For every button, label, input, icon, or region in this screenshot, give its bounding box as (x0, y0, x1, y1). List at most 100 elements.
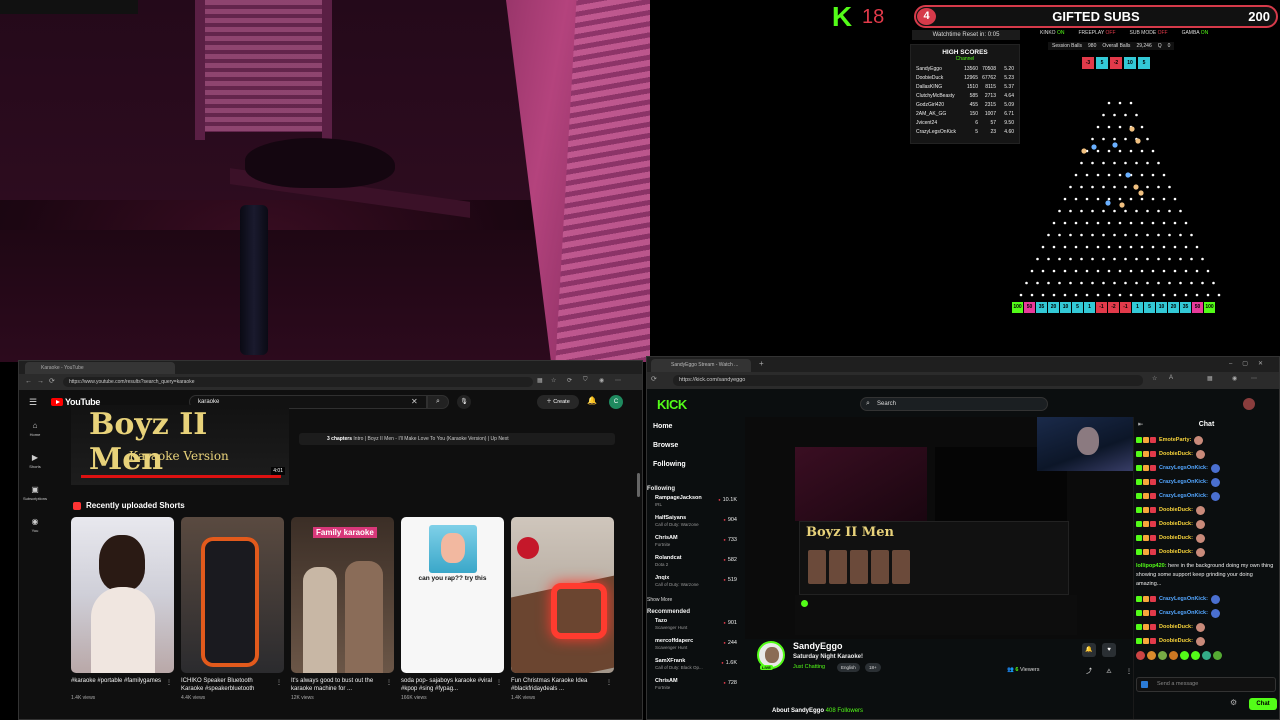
more-options-icon[interactable]: ⋮ (386, 679, 392, 686)
channel-item[interactable]: SamXFrankCall of Duty: Black Op...1.6K (647, 658, 739, 678)
channel-item[interactable]: RampageJacksonIRL10.1K (647, 495, 739, 515)
profile-icon[interactable]: ◉ (599, 377, 604, 384)
sidebar-item-browse[interactable]: Browse (647, 442, 739, 461)
bookmark-star-icon[interactable]: ☆ (1152, 375, 1157, 382)
short-thumbnail[interactable]: can you rap?? try this (401, 517, 504, 673)
short-title[interactable]: soda pop- sajaboys karaoke #viral #kpop … (401, 677, 504, 693)
more-options-icon[interactable]: ⋮ (276, 679, 282, 686)
chat-badge-icon (1143, 451, 1149, 457)
short-thumbnail[interactable] (71, 517, 174, 673)
mic-icon[interactable]: 🎙 (457, 395, 471, 409)
short-title[interactable]: ICHIKO Speaker Bluetooth Karaoke #speake… (181, 677, 284, 693)
bookmark-star-icon[interactable]: ☆ (551, 377, 556, 384)
address-bar[interactable]: https://www.youtube.com/results?search_q… (63, 377, 533, 387)
extensions-icon[interactable]: ▦ (1207, 375, 1213, 382)
kick-logo[interactable]: KICK (657, 397, 687, 412)
channel-item[interactable]: HalfSaiyansCall of Duty: Warzone904 (647, 515, 739, 535)
scrollbar[interactable] (637, 473, 640, 497)
gear-icon[interactable]: ⚙ (1230, 698, 1237, 707)
more-options-icon[interactable]: ⋮ (496, 679, 502, 686)
sidebar-item-following[interactable]: Following (647, 461, 739, 480)
menu-dots-icon[interactable]: ⋯ (615, 377, 621, 384)
chat-username[interactable]: CrazyLegsOnKick: (1159, 461, 1208, 475)
chat-username[interactable]: EmoteParty: (1159, 433, 1191, 447)
channel-item[interactable]: TazoScavenger Hunt901 (647, 618, 739, 638)
short-card[interactable]: can you rap?? try this soda pop- sajaboys… (401, 517, 504, 701)
chat-username[interactable]: DoobieDuck: (1159, 503, 1193, 517)
menu-dots-icon[interactable]: ⋯ (1251, 375, 1257, 382)
chat-username[interactable]: DoobieDuck: (1159, 447, 1193, 461)
avatar[interactable]: C (609, 395, 623, 409)
chat-username[interactable]: DoobieDuck: (1159, 545, 1193, 559)
reload-icon[interactable]: ⟳ (651, 375, 657, 383)
bell-icon[interactable]: 🔔 (587, 396, 597, 405)
more-options-icon[interactable]: ⋮ (166, 679, 172, 686)
translate-icon[interactable]: A (1169, 375, 1173, 381)
chat-username[interactable]: DoobieDuck: (1159, 517, 1193, 531)
rail-item-subscriptions[interactable]: ▣ Subscriptions (19, 485, 51, 517)
sidebar-item-home[interactable]: Home (647, 423, 739, 442)
address-bar[interactable]: https://kick.com/sandyeggo (673, 375, 1143, 386)
chat-username[interactable]: DoobieDuck: (1159, 531, 1193, 545)
browser-tab[interactable]: Karaoke - YouTube (25, 362, 175, 374)
new-tab-icon[interactable]: + (759, 359, 764, 368)
hamburger-icon[interactable]: ☰ (29, 397, 37, 408)
short-card[interactable]: Family karaoke It's always good to bust o… (291, 517, 394, 701)
window-controls[interactable]: –▢✕ (1229, 360, 1273, 367)
short-thumbnail[interactable]: Family karaoke (291, 517, 394, 673)
chat-username[interactable]: DoobieDuck: (1159, 620, 1193, 634)
tag-language[interactable]: English (837, 663, 860, 672)
short-title[interactable]: #karaoke #portable #familygames (71, 677, 174, 693)
show-more-button[interactable]: Show More (647, 597, 739, 603)
stream-category[interactable]: Just Chatting (793, 664, 825, 670)
rail-item-home[interactable]: ⌂ Home (19, 421, 51, 453)
short-thumbnail[interactable] (511, 517, 614, 673)
more-options-icon[interactable]: ⋮ (606, 679, 612, 686)
channel-item[interactable]: ChrisAMFortnite728 (647, 678, 739, 698)
clear-search-icon[interactable]: ✕ (411, 397, 418, 406)
chat-username[interactable]: CrazyLegsOnKick: (1159, 592, 1208, 606)
short-card[interactable]: ICHIKO Speaker Bluetooth Karaoke #speake… (181, 517, 284, 701)
video-player[interactable]: Boyz II Men (745, 417, 1137, 639)
channel-item[interactable]: ChrisAMFortnite733 (647, 535, 739, 555)
extensions-icon[interactable]: ▦ (537, 377, 543, 384)
browser-tab[interactable]: SandyEggo Stream - Watch ... (651, 359, 751, 372)
tag-mature[interactable]: 18+ (865, 663, 881, 672)
plinko-peg (1063, 293, 1067, 297)
chat-send-button[interactable]: Chat (1249, 698, 1277, 710)
nav-buttons[interactable]: ←→⟳ (25, 377, 60, 385)
heart-icon[interactable]: ♥ (1102, 643, 1116, 657)
chat-badge-icon (1143, 535, 1149, 541)
chapters-bar[interactable]: 3 chapters Intro | Boyz II Men - I'll Ma… (299, 433, 615, 445)
channel-item[interactable]: mercoffdapercScavenger Hunt244 (647, 638, 739, 658)
avatar[interactable] (1243, 398, 1255, 410)
video-thumbnail[interactable]: Boyz II Men Karaoke Version 4:01 (71, 405, 289, 485)
create-button[interactable]: ＋ Create (537, 395, 579, 409)
short-thumbnail[interactable] (181, 517, 284, 673)
rail-item-you[interactable]: ◉ You (19, 517, 51, 549)
refresh-icon[interactable]: ⟳ (567, 377, 572, 384)
chat-username[interactable]: CrazyLegsOnKick: (1159, 475, 1208, 489)
chat-username[interactable]: DoobieDuck: (1159, 634, 1193, 648)
streamer-name[interactable]: SandyEggo (793, 641, 843, 651)
share-icon[interactable]: ⤴ (1082, 665, 1096, 679)
profile-icon[interactable]: ◉ (1232, 375, 1237, 382)
rail-item-shorts[interactable]: ▶ Shorts (19, 453, 51, 485)
shield-icon[interactable]: ⛉ (583, 377, 588, 384)
bell-icon[interactable]: 🔔 (1082, 643, 1096, 657)
short-title[interactable]: Fun Christmas Karaoke Idea #blackfridayd… (511, 677, 614, 693)
chat-username[interactable]: CrazyLegsOnKick: (1159, 489, 1208, 503)
collapse-chat-icon[interactable]: ⇤ (1138, 417, 1143, 433)
search-button[interactable]: ⌕ (427, 395, 449, 409)
short-title[interactable]: It's always good to bust out the karaoke… (291, 677, 394, 693)
channel-item[interactable]: JnqixCall of Duty: Warzone519 (647, 575, 739, 595)
chat-input[interactable]: Send a message (1136, 677, 1276, 692)
short-card[interactable]: Fun Christmas Karaoke Idea #blackfridayd… (511, 517, 614, 701)
plinko-peg (1063, 245, 1067, 249)
search-input[interactable]: Search (860, 397, 1048, 411)
report-icon[interactable]: ⚠ (1102, 665, 1116, 679)
chat-username[interactable]: lollipop420: (1136, 563, 1167, 569)
short-card[interactable]: #karaoke #portable #familygames 1.4K view… (71, 517, 174, 701)
chat-username[interactable]: CrazyLegsOnKick: (1159, 606, 1208, 620)
channel-item[interactable]: RolandcatDota 2582 (647, 555, 739, 575)
